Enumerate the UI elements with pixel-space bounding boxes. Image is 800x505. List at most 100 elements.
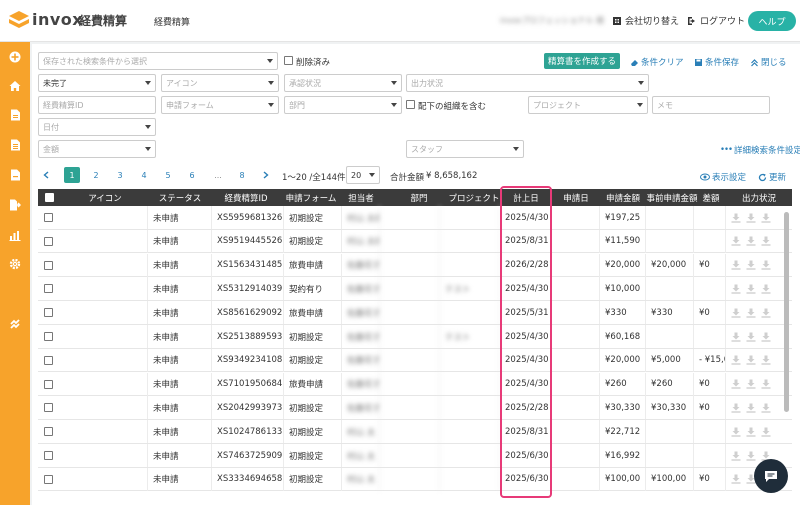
- row-checkbox[interactable]: [44, 474, 53, 484]
- table-row[interactable]: 未申請XS5959681326初期設定村山 太郎2025/4/30¥197,25: [38, 206, 792, 230]
- page-button-6[interactable]: 6: [184, 167, 200, 183]
- download-icon[interactable]: [731, 379, 741, 389]
- memo-input[interactable]: メモ: [652, 96, 770, 114]
- table-row[interactable]: 未申請 XS3334694658 初期設定 村山 太 2025/6/30 ¥100,00 ¥…: [38, 467, 792, 492]
- row-checkbox[interactable]: [44, 332, 53, 341]
- table-scrollbar[interactable]: [784, 212, 789, 412]
- table-row[interactable]: 未申請XS9519445526初期設定村山 太郎2025/8/31¥11,590: [38, 229, 792, 254]
- page-button-8[interactable]: 8: [234, 167, 250, 183]
- download-icon[interactable]: [746, 236, 756, 246]
- download-icon[interactable]: [731, 332, 741, 342]
- row-checkbox[interactable]: [44, 451, 53, 460]
- refresh-link[interactable]: 更新: [758, 171, 786, 183]
- download-icon[interactable]: [746, 427, 756, 437]
- download-icon[interactable]: [761, 355, 771, 365]
- expense-id-input[interactable]: 経費精算ID: [38, 96, 156, 114]
- home-icon[interactable]: [8, 79, 22, 93]
- select-all-checkbox-cell[interactable]: [40, 189, 58, 206]
- download-icon[interactable]: [731, 308, 741, 318]
- display-settings-link[interactable]: 表示設定: [700, 171, 746, 183]
- form-select[interactable]: 申請フォーム: [161, 96, 279, 114]
- row-checkbox[interactable]: [44, 308, 53, 318]
- download-icon[interactable]: [761, 308, 771, 318]
- download-icon[interactable]: [731, 284, 741, 294]
- prev-page-button[interactable]: [38, 167, 54, 183]
- download-icon[interactable]: [746, 355, 756, 365]
- page-button-2[interactable]: 2: [88, 167, 104, 183]
- table-row[interactable]: 未申請XS2513889593初期設定佐藤花子 営業部テスト2025/4/30¥…: [38, 325, 792, 349]
- logout-button[interactable]: ログアウト: [687, 14, 745, 27]
- switch-company-button[interactable]: 会社切り替え: [612, 14, 679, 27]
- document-icon[interactable]: [8, 108, 22, 122]
- per-page-select[interactable]: 20: [346, 166, 380, 184]
- add-icon[interactable]: [8, 50, 22, 64]
- date-select[interactable]: 日付: [38, 118, 156, 136]
- status-select[interactable]: 未完了: [38, 74, 156, 92]
- page-button-5[interactable]: 5: [160, 167, 176, 183]
- page-button-1[interactable]: 1: [64, 167, 80, 183]
- download-icon[interactable]: [731, 236, 741, 246]
- chat-button[interactable]: [754, 459, 788, 493]
- connect-icon[interactable]: [8, 317, 22, 331]
- download-icon[interactable]: [731, 451, 741, 461]
- row-checkbox[interactable]: [44, 213, 53, 222]
- help-button[interactable]: ヘルプ: [748, 11, 796, 31]
- export-icon[interactable]: [8, 198, 22, 212]
- saved-search-select[interactable]: 保存された検索条件から選択: [38, 52, 278, 70]
- download-icon[interactable]: [746, 332, 756, 342]
- download-icon[interactable]: [761, 403, 771, 413]
- table-row[interactable]: 未申請XS1563431485旅費申請佐藤花子 営業部2026/2/28¥20,…: [38, 253, 792, 278]
- download-icon[interactable]: [761, 213, 771, 223]
- amount-select[interactable]: 金額: [38, 140, 156, 158]
- download-icon[interactable]: [746, 379, 756, 389]
- download-icon[interactable]: [761, 332, 771, 342]
- table-row[interactable]: 未申請 XS1024786133 初期設定 村山 太 2025/8/31 ¥22,712: [38, 420, 792, 444]
- subordinate-checkbox[interactable]: [406, 100, 415, 109]
- department-select[interactable]: 部門: [284, 96, 402, 114]
- table-row[interactable]: 未申請XS9349234108初期設定佐藤花子 営業部2025/4/30¥20,…: [38, 348, 792, 373]
- download-icon[interactable]: [746, 213, 756, 223]
- download-icon[interactable]: [731, 213, 741, 223]
- download-icon[interactable]: [731, 403, 741, 413]
- download-icon[interactable]: [746, 260, 756, 270]
- page-button-4[interactable]: 4: [136, 167, 152, 183]
- document-list-icon[interactable]: [8, 138, 22, 152]
- create-statement-button[interactable]: 精算書を作成する: [544, 53, 620, 69]
- detail-conditions-link[interactable]: ••• 詳細検索条件設定: [720, 144, 800, 156]
- download-icon[interactable]: [731, 260, 741, 270]
- staff-select[interactable]: スタッフ: [406, 140, 524, 158]
- download-icon[interactable]: [746, 403, 756, 413]
- row-checkbox[interactable]: [44, 355, 53, 365]
- clear-conditions-link[interactable]: 条件クリア: [630, 56, 684, 68]
- table-row[interactable]: 未申請XS2042993973初期設定佐藤花子 営業部2025/2/28¥30,…: [38, 396, 792, 420]
- download-icon[interactable]: [731, 355, 741, 365]
- download-icon[interactable]: [731, 474, 741, 484]
- page-button-3[interactable]: 3: [112, 167, 128, 183]
- row-checkbox[interactable]: [44, 403, 53, 413]
- chart-icon[interactable]: [8, 228, 22, 242]
- icon-select[interactable]: アイコン: [161, 74, 279, 92]
- download-icon[interactable]: [761, 260, 771, 270]
- download-icon[interactable]: [761, 284, 771, 294]
- table-row[interactable]: 未申請 XS7463725909 初期設定 村山 太 2025/6/30 ¥16,992: [38, 444, 792, 468]
- gear-icon[interactable]: [8, 257, 22, 271]
- row-checkbox[interactable]: [44, 379, 53, 389]
- deleted-checkbox[interactable]: [284, 56, 293, 65]
- close-filters-link[interactable]: 閉じる: [750, 56, 787, 68]
- row-checkbox[interactable]: [44, 236, 53, 246]
- download-icon[interactable]: [746, 451, 756, 461]
- save-conditions-link[interactable]: 条件保存: [694, 56, 739, 68]
- download-icon[interactable]: [761, 379, 771, 389]
- download-icon[interactable]: [746, 308, 756, 318]
- approval-status-select[interactable]: 承認状況: [284, 74, 402, 92]
- download-icon[interactable]: [746, 284, 756, 294]
- download-icon[interactable]: [761, 236, 771, 246]
- next-page-button[interactable]: [258, 167, 274, 183]
- download-icon[interactable]: [761, 427, 771, 437]
- row-checkbox[interactable]: [44, 260, 53, 270]
- row-checkbox[interactable]: [44, 427, 53, 437]
- table-row[interactable]: 未申請XS7101950684旅費申請佐藤花子 営業部2025/4/30¥260…: [38, 372, 792, 397]
- table-row[interactable]: 未申請XS5312914039契約有り佐藤花子 営業部テスト2025/4/30¥…: [38, 277, 792, 301]
- report-icon[interactable]: [8, 168, 22, 182]
- row-checkbox[interactable]: [44, 284, 53, 294]
